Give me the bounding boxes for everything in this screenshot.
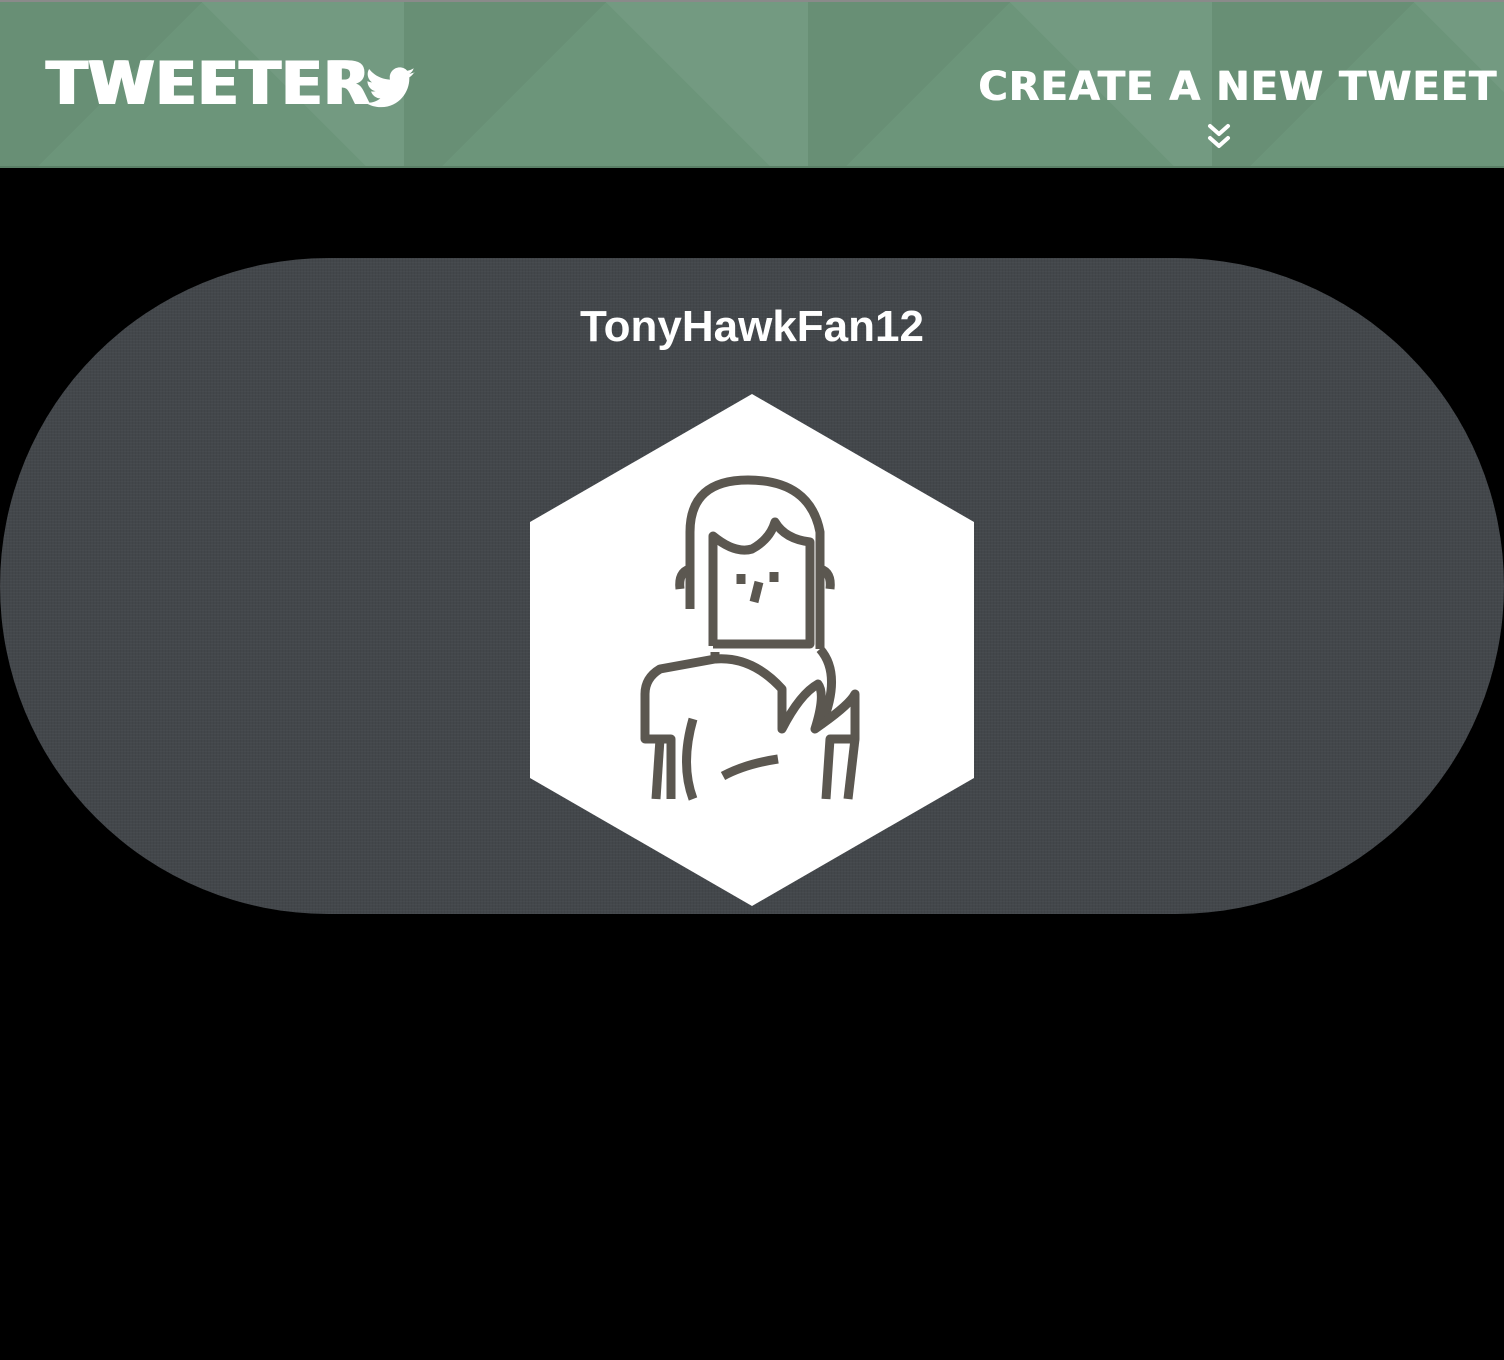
- woman-avatar-icon: [530, 394, 974, 906]
- profile-username: TonyHawkFan12: [580, 302, 924, 351]
- brand-logo-text: TWEETER: [46, 49, 371, 119]
- twitter-bird-icon: [366, 67, 416, 108]
- brand-link[interactable]: TWEETER: [46, 52, 416, 116]
- create-tweet-label: CREATE A NEW TWEET: [978, 64, 1497, 110]
- navbar: TWEETER CREATE A NEW TWEET: [0, 0, 1504, 168]
- create-tweet-link[interactable]: CREATE A NEW TWEET: [978, 62, 1497, 112]
- double-chevron-down-icon[interactable]: [1206, 122, 1232, 152]
